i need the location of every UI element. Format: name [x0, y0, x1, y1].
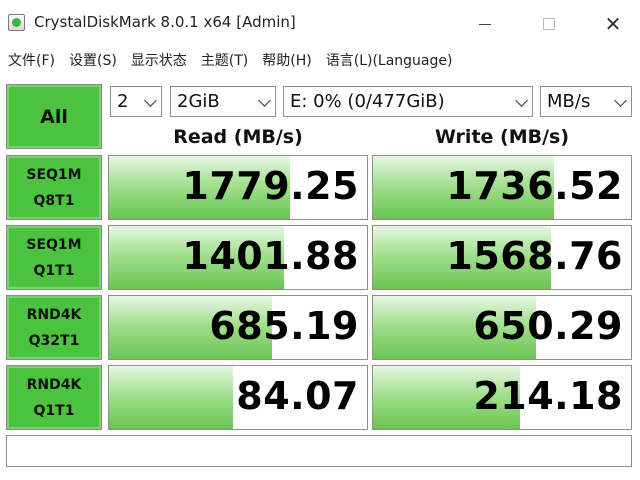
- test-label-line2: Q1T1: [33, 402, 75, 419]
- title-bar: CrystalDiskMark 8.0.1 x64 [Admin] ✕: [0, 0, 640, 46]
- unit-select[interactable]: MB/s: [540, 86, 632, 117]
- read-column-header: Read (MB/s): [173, 126, 303, 148]
- close-button[interactable]: ✕: [590, 8, 636, 40]
- chevron-down-icon: [614, 94, 627, 107]
- read-result-value: 1401.88: [182, 234, 359, 278]
- read-result-value: 1779.25: [182, 164, 359, 208]
- test-label-line1: RND4K: [26, 376, 82, 393]
- write-result-cell: 214.18: [372, 365, 632, 430]
- menu-language[interactable]: 语言(L)(Language): [324, 50, 455, 70]
- test-label-line2: Q1T1: [33, 262, 75, 279]
- menu-bar: 文件(F) 设置(S) 显示状态 主题(T) 帮助(H) 语言(L)(Langu…: [0, 46, 640, 74]
- write-result-cell: 650.29: [372, 295, 632, 360]
- write-result-value: 214.18: [473, 374, 623, 418]
- minimize-button[interactable]: [462, 8, 508, 40]
- chevron-down-icon: [258, 94, 271, 107]
- maximize-icon: [543, 18, 555, 30]
- test-count-select[interactable]: 2: [110, 86, 162, 117]
- read-result-value: 685.19: [209, 304, 359, 348]
- read-result-cell: 84.07: [108, 365, 368, 430]
- chevron-down-icon: [144, 94, 157, 107]
- window-title: CrystalDiskMark 8.0.1 x64 [Admin]: [34, 13, 296, 31]
- test-count-value: 2: [117, 91, 129, 112]
- write-column-header: Write (MB/s): [434, 126, 570, 148]
- test-label-line1: SEQ1M: [26, 166, 82, 183]
- test-size-select[interactable]: 2GiB: [170, 86, 276, 117]
- drive-select[interactable]: E: 0% (0/477GiB): [283, 86, 533, 117]
- read-result-cell: 1401.88: [108, 225, 368, 290]
- read-result-cell: 685.19: [108, 295, 368, 360]
- maximize-button[interactable]: [526, 8, 572, 40]
- write-result-cell: 1568.76: [372, 225, 632, 290]
- test-size-value: 2GiB: [177, 91, 220, 112]
- read-result-cell: 1779.25: [108, 155, 368, 220]
- app-icon: [8, 14, 25, 31]
- chevron-down-icon: [515, 94, 528, 107]
- menu-file[interactable]: 文件(F): [6, 50, 57, 70]
- test-label-line1: SEQ1M: [26, 236, 82, 253]
- test-button-rnd4k-q32t1[interactable]: RND4K Q32T1: [6, 295, 102, 360]
- test-button-rnd4k-q1t1[interactable]: RND4K Q1T1: [6, 365, 102, 430]
- minimize-icon: [479, 23, 491, 25]
- menu-help[interactable]: 帮助(H): [260, 50, 313, 70]
- write-result-value: 1736.52: [446, 164, 623, 208]
- write-result-value: 1568.76: [446, 234, 623, 278]
- test-label-line2: Q8T1: [33, 192, 75, 209]
- drive-value: E: 0% (0/477GiB): [290, 91, 445, 112]
- run-all-button[interactable]: All: [6, 84, 102, 149]
- read-result-bar: [109, 366, 233, 429]
- test-button-seq1m-q8t1[interactable]: SEQ1M Q8T1: [6, 155, 102, 220]
- menu-settings[interactable]: 设置(S): [67, 50, 119, 70]
- unit-value: MB/s: [547, 91, 591, 112]
- test-label-line1: RND4K: [26, 306, 82, 323]
- close-icon: ✕: [604, 12, 622, 36]
- menu-profile[interactable]: 显示状态: [129, 50, 189, 70]
- menu-theme[interactable]: 主题(T): [199, 50, 250, 70]
- read-result-value: 84.07: [236, 374, 359, 418]
- comment-field[interactable]: [6, 435, 632, 467]
- write-result-value: 650.29: [473, 304, 623, 348]
- write-result-cell: 1736.52: [372, 155, 632, 220]
- test-button-seq1m-q1t1[interactable]: SEQ1M Q1T1: [6, 225, 102, 290]
- test-label-line2: Q32T1: [28, 332, 80, 349]
